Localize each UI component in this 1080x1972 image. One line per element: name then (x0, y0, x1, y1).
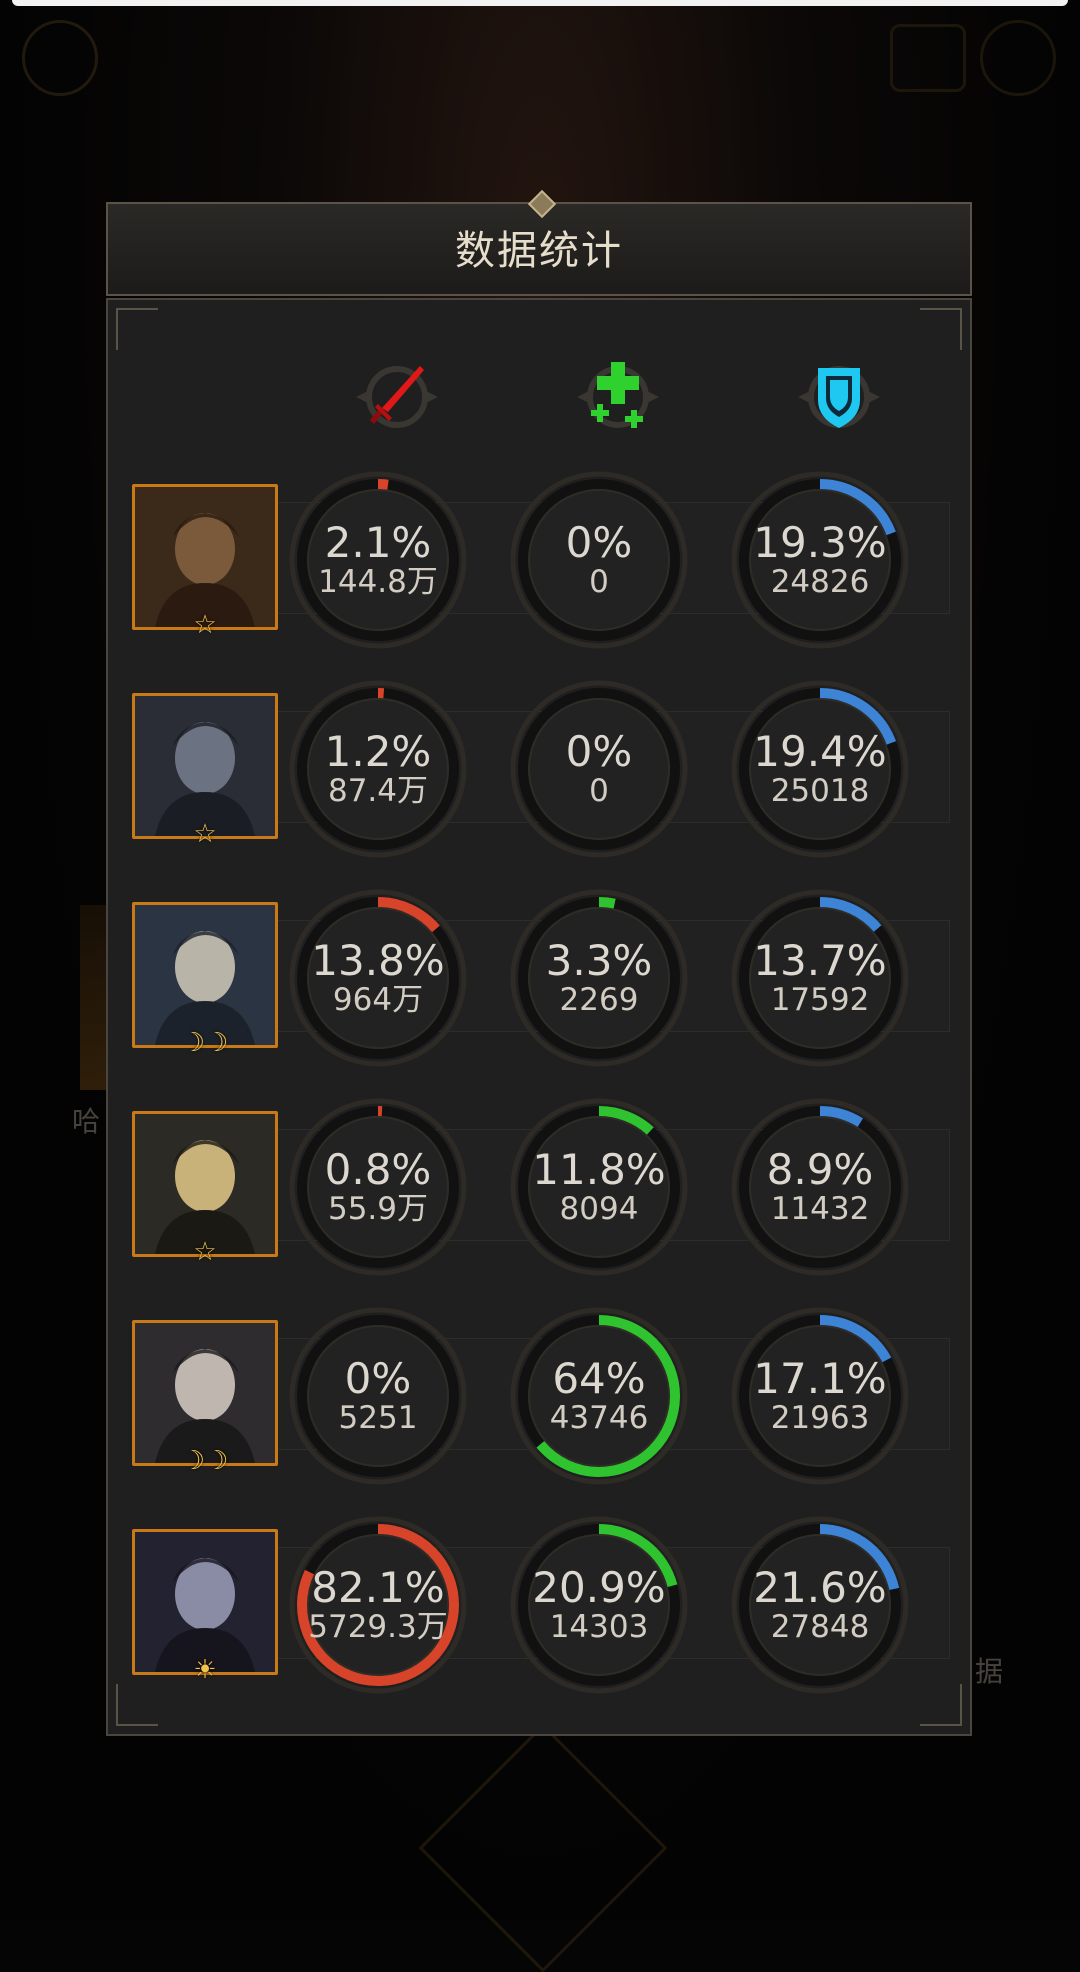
bg-settings-icon (980, 20, 1056, 96)
hero-row: ☆ 0.8% 55.9万 11.8% 8094 8.9% 11432 (108, 1097, 974, 1277)
tank-ring: 8.9% 11432 (730, 1097, 910, 1277)
tank-ring: 19.3% 24826 (730, 470, 910, 650)
tank-value: 17592 (770, 982, 870, 1018)
wolf-portrait (135, 696, 275, 836)
tank-value: 24826 (770, 564, 870, 600)
silver-priestess-portrait (135, 1323, 275, 1463)
heal-value: 14303 (549, 1609, 649, 1645)
heal-ring: 0% 0 (509, 470, 689, 650)
hero-portrait[interactable] (132, 902, 278, 1048)
heal-column-header (573, 352, 663, 442)
damage-ring: 13.8% 964万 (288, 888, 468, 1068)
heal-ring: 64% 43746 (509, 1306, 689, 1486)
heal-percentage: 11.8% (532, 1145, 666, 1194)
heal-ring: 11.8% 8094 (509, 1097, 689, 1277)
damage-percentage: 0% (344, 1354, 412, 1403)
top-bar (12, 0, 1068, 6)
tank-percentage: 19.4% (753, 727, 887, 776)
corner-ornament (920, 308, 962, 350)
tank-ring: 17.1% 21963 (730, 1306, 910, 1486)
stats-body: ☆ 2.1% 144.8万 0% 0 19.3% 24826 ☆ 1.2% 87.4万 0% 0 19.… (106, 298, 972, 1736)
heal-plus-icon (577, 362, 659, 428)
blonde-archer-portrait (135, 1114, 275, 1254)
heal-value: 0 (589, 564, 609, 600)
tank-column-header (794, 352, 884, 442)
hero-rank-badge-icon: ☽☽ (181, 1028, 229, 1058)
hero-portrait[interactable] (132, 1320, 278, 1466)
tank-value: 25018 (770, 773, 870, 809)
damage-percentage: 0.8% (324, 1145, 432, 1194)
damage-percentage: 13.8% (311, 936, 445, 985)
heal-ring: 3.3% 2269 (509, 888, 689, 1068)
damage-percentage: 1.2% (324, 727, 432, 776)
heal-percentage: 0% (565, 727, 633, 776)
tank-percentage: 19.3% (753, 518, 887, 567)
tank-percentage: 21.6% (753, 1563, 887, 1612)
damage-ring: 2.1% 144.8万 (288, 470, 468, 650)
heal-percentage: 64% (552, 1354, 646, 1403)
panel-title: 数据统计 (455, 228, 623, 274)
hero-row: ☀ 82.1% 5729.3万 20.9% 14303 21.6% 27848 (108, 1515, 974, 1695)
bg-menu-icon (22, 20, 98, 96)
hero-rank-badge-icon: ☀ (193, 1655, 217, 1685)
heal-value: 8094 (559, 1191, 639, 1227)
bg-label-right: 据 (975, 1655, 1004, 1688)
heal-ring: 0% 0 (509, 679, 689, 859)
damage-percentage: 82.1% (311, 1563, 445, 1612)
stats-panel: 数据统计 ☆ 2.1% 144.8万 0% 0 19.3% 24826 ☆ 1.… (106, 189, 972, 1736)
tank-value: 27848 (770, 1609, 870, 1645)
damage-value: 55.9万 (327, 1191, 429, 1227)
bearded-warrior-portrait (135, 487, 275, 627)
mystic-mage-portrait (135, 1532, 275, 1672)
elf-sorceress-portrait (135, 905, 275, 1045)
bg-chest-icon (890, 24, 966, 92)
corner-ornament (116, 308, 158, 350)
tank-ring: 21.6% 27848 (730, 1515, 910, 1695)
tank-percentage: 13.7% (753, 936, 887, 985)
bg-label-left: 哈 (72, 1105, 101, 1138)
damage-percentage: 2.1% (324, 518, 432, 567)
tank-percentage: 17.1% (753, 1354, 887, 1403)
hero-rank-badge-icon: ☆ (193, 1237, 217, 1267)
hero-portrait[interactable] (132, 1111, 278, 1257)
panel-title-bar: 数据统计 (106, 189, 972, 296)
damage-ring: 0% 5251 (288, 1306, 468, 1486)
heal-ring: 20.9% 14303 (509, 1515, 689, 1695)
heal-value: 2269 (559, 982, 639, 1018)
hero-rank-badge-icon: ☆ (193, 610, 217, 640)
damage-value: 144.8万 (318, 564, 438, 600)
heal-percentage: 0% (565, 518, 633, 567)
damage-ring: 1.2% 87.4万 (288, 679, 468, 859)
hero-row: ☆ 1.2% 87.4万 0% 0 19.4% 25018 (108, 679, 974, 859)
heal-value: 0 (589, 773, 609, 809)
shield-icon (798, 366, 880, 428)
hero-rank-badge-icon: ☆ (193, 819, 217, 849)
sword-icon (356, 366, 438, 428)
hero-portrait[interactable] (132, 484, 278, 630)
hero-portrait[interactable] (132, 1529, 278, 1675)
damage-value: 964万 (332, 982, 424, 1018)
tank-ring: 13.7% 17592 (730, 888, 910, 1068)
tank-value: 21963 (770, 1400, 870, 1436)
tank-ring: 19.4% 25018 (730, 679, 910, 859)
damage-value: 5729.3万 (308, 1609, 448, 1645)
damage-value: 87.4万 (327, 773, 429, 809)
tank-percentage: 8.9% (766, 1145, 874, 1194)
damage-value: 5251 (338, 1400, 418, 1436)
heal-percentage: 20.9% (532, 1563, 666, 1612)
heal-percentage: 3.3% (545, 936, 653, 985)
hero-row: ☽☽ 13.8% 964万 3.3% 2269 13.7% 17592 (108, 888, 974, 1068)
heal-value: 43746 (549, 1400, 649, 1436)
hero-rank-badge-icon: ☽☽ (181, 1446, 229, 1476)
hero-row: ☽☽ 0% 5251 64% 43746 17.1% 21963 (108, 1306, 974, 1486)
hero-row: ☆ 2.1% 144.8万 0% 0 19.3% 24826 (108, 470, 974, 650)
tank-value: 11432 (770, 1191, 870, 1227)
damage-ring: 0.8% 55.9万 (288, 1097, 468, 1277)
damage-column-header (352, 352, 442, 442)
hero-portrait[interactable] (132, 693, 278, 839)
damage-ring: 82.1% 5729.3万 (288, 1515, 468, 1695)
